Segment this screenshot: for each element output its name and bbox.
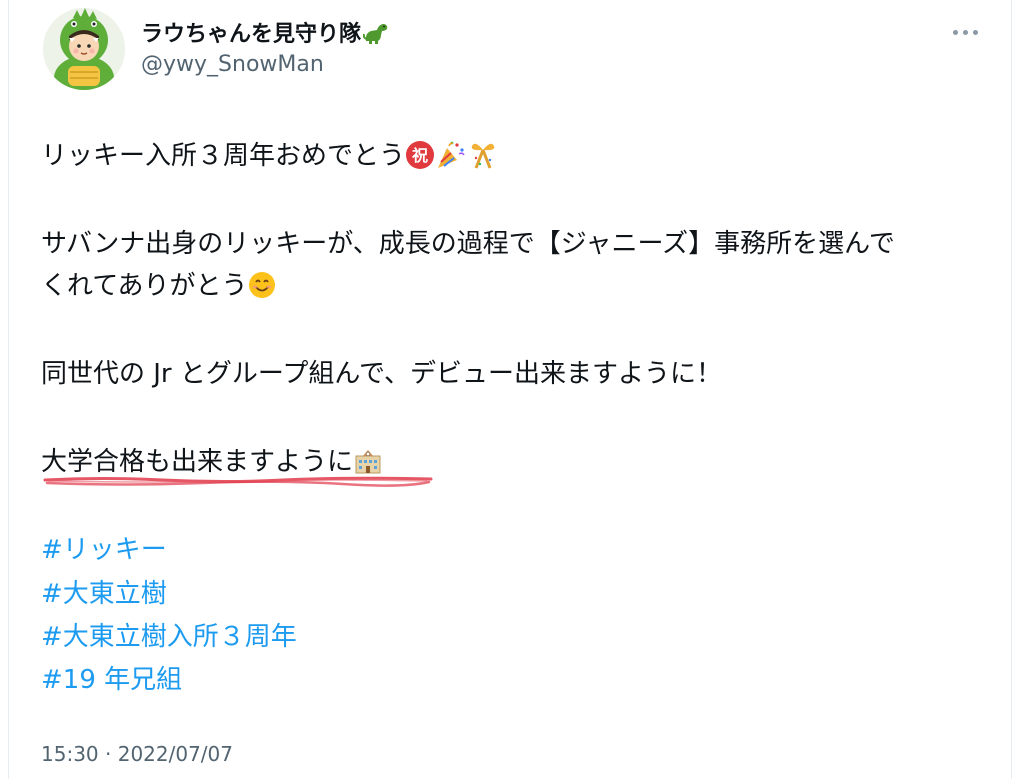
display-name[interactable]: ラウちゃんを見守り隊 [141,16,389,51]
tweet-text: リッキー入所３周年おめでとう [41,141,406,171]
tweet-card: ラウちゃんを見守り隊 @ywy_SnowMan リッキー入所３周年おめでとう 祝 [8,0,1012,779]
tweet-line-1: リッキー入所３周年おめでとう 祝 [41,140,499,178]
party-popper-icon [435,140,467,178]
tweet-line-4: 同世代の Jr とグループ組んで、デビュー出来ますように！ [41,359,722,389]
dinosaur-icon [362,21,389,51]
user-handle[interactable]: @ywy_SnowMan [141,52,324,77]
svg-text:祝: 祝 [412,146,428,165]
smiling-face-icon [247,270,277,308]
tweet-date: 2022/07/07 [117,742,233,766]
tweet-line-2: サバンナ出身のリッキーが、成長の過程で【ジャニーズ】事務所を選んで [41,229,895,259]
tweet-line-3: くれてありがとう [41,270,277,308]
tweet-text: 大学合格も出来ますように [41,447,354,477]
hashtag-link[interactable]: #大東立樹入所３周年 [41,621,297,653]
more-horizontal-icon[interactable] [947,20,983,44]
ribbon-gift-icon [467,140,499,178]
dinosaur-costume-avatar-icon [43,8,125,90]
tweet-text: くれてありがとう [41,271,248,301]
highlight-underline [43,476,433,487]
meta-separator: · [105,742,112,766]
tweet-timestamp[interactable]: 15:30 · 2022/07/07 [41,742,233,766]
hashtag-link[interactable]: #19 年兄組 [41,664,182,696]
congratulations-icon: 祝 [405,140,435,178]
hashtag-link[interactable]: #大東立樹 [41,578,167,610]
display-name-text: ラウちゃんを見守り隊 [141,22,362,47]
avatar[interactable] [43,8,125,90]
hashtag-link[interactable]: #リッキー [41,534,167,566]
tweet-time: 15:30 [41,742,99,766]
